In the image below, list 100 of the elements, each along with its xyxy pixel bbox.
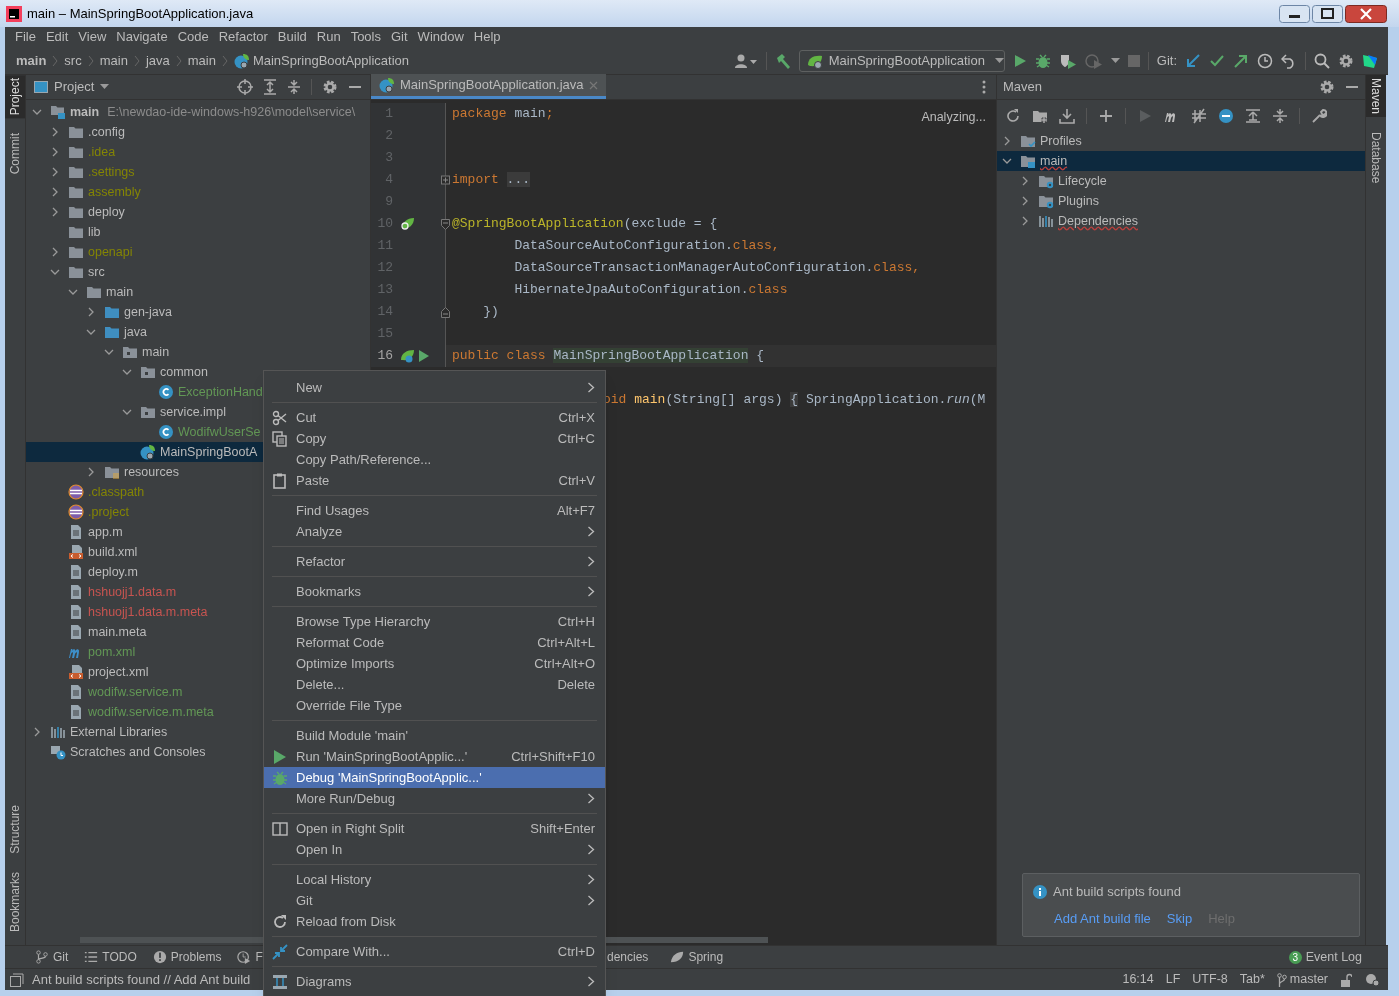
status-item[interactable]: 16:14 (1122, 970, 1154, 989)
menu-item[interactable]: Override File Type (264, 695, 605, 716)
tree-item[interactable]: .config (26, 122, 370, 142)
wrench-icon[interactable] (1311, 107, 1327, 124)
branch-widget[interactable]: master (1276, 970, 1328, 989)
tree-item[interactable]: java (26, 322, 370, 342)
event-log-button[interactable]: 3 Event Log (1288, 947, 1362, 967)
menu-item[interactable]: Window (412, 27, 469, 47)
menu-item[interactable]: Paste Ctrl+V (264, 470, 605, 491)
menu-item[interactable]: Bookmarks (264, 581, 605, 602)
tool-window-tab[interactable]: Commit (5, 130, 25, 178)
chevron-down-icon[interactable] (32, 107, 42, 117)
menu-item[interactable]: Debug 'MainSpringBootApplic...' (264, 767, 605, 788)
undo-icon[interactable] (1281, 52, 1297, 69)
menu-item[interactable]: Build (272, 27, 312, 47)
menu-item[interactable]: Git (264, 890, 605, 911)
arrow-down-left-icon[interactable] (1185, 52, 1201, 69)
menu-item[interactable]: Compare With... Ctrl+D (264, 941, 605, 962)
breadcrumb[interactable]: main (99, 50, 128, 71)
menu-item[interactable]: Tools (345, 27, 386, 47)
chevron-right-icon[interactable] (50, 247, 60, 257)
panel-toggle-icon[interactable] (10, 972, 24, 987)
tree-item[interactable]: src (26, 262, 370, 282)
logo-icon[interactable] (1362, 52, 1378, 69)
menu-item[interactable]: Analyze (264, 521, 605, 542)
tree-item[interactable]: deploy (26, 202, 370, 222)
toggle-offline-icon[interactable] (1191, 107, 1207, 124)
menu-item[interactable]: Code (172, 27, 214, 47)
menu-item[interactable]: Find Usages Alt+F7 (264, 500, 605, 521)
spring-bean-icon[interactable] (399, 348, 415, 364)
tree-item[interactable]: Profiles (997, 131, 1365, 151)
breadcrumb[interactable]: MainSpringBootApplication (233, 50, 410, 71)
run-configuration-dropdown[interactable]: MainSpringBootApplication (798, 49, 1005, 72)
expand-all-icon[interactable] (263, 79, 277, 95)
tool-window-button[interactable]: Spring (670, 948, 724, 966)
menu-item[interactable]: Refactor (264, 551, 605, 572)
tree-item[interactable]: lib (26, 222, 370, 242)
collapse-all-icon[interactable] (287, 79, 301, 95)
chevron-right-icon[interactable] (32, 727, 42, 737)
menu-item[interactable]: Navigate (111, 27, 173, 47)
chevron-right-icon[interactable] (1002, 136, 1012, 146)
breadcrumb[interactable]: main (16, 50, 47, 71)
run-gutter-icon[interactable] (418, 349, 430, 363)
bug-icon[interactable] (1034, 52, 1051, 69)
clock-icon[interactable] (1257, 52, 1273, 69)
tool-window-button[interactable]: TODO (84, 948, 137, 966)
status-item[interactable]: Tab* (1239, 970, 1265, 989)
locate-icon[interactable] (237, 79, 253, 95)
tool-window-tab[interactable]: Maven (1366, 75, 1386, 118)
collapse-all-icon[interactable] (1272, 107, 1288, 124)
menu-item[interactable]: Delete... Delete (264, 674, 605, 695)
hammer-icon[interactable] (774, 52, 791, 69)
settings-icon[interactable] (322, 79, 338, 95)
editor-tab[interactable]: MainSpringBootApplication.java (371, 74, 606, 99)
tree-item[interactable]: Dependencies (997, 211, 1365, 231)
status-item[interactable]: LF (1165, 970, 1181, 989)
unlock-icon[interactable] (1340, 972, 1352, 987)
tree-item[interactable]: gen-java (26, 302, 370, 322)
tree-item[interactable]: main (997, 151, 1365, 171)
tool-window-button[interactable]: F (237, 948, 263, 966)
menu-item[interactable]: Reload from Disk (264, 911, 605, 932)
menu-item[interactable]: Reformat Code Ctrl+Alt+L (264, 632, 605, 653)
tree-item[interactable]: Plugins (997, 191, 1365, 211)
user-icon[interactable] (733, 52, 758, 69)
bean-search-icon[interactable] (399, 216, 415, 232)
link[interactable]: Skip (1166, 908, 1193, 928)
breadcrumb[interactable]: java (145, 50, 170, 71)
tool-window-button[interactable]: dencies (607, 948, 649, 966)
tool-window-tab[interactable]: Project (5, 75, 25, 119)
more-options-icon[interactable] (982, 80, 986, 94)
chevron-right-icon[interactable] (86, 467, 96, 477)
settings-icon[interactable] (1338, 52, 1354, 69)
settings-icon[interactable] (1319, 79, 1335, 95)
tool-window-tab[interactable]: Structure (5, 802, 25, 857)
tool-window-tab[interactable]: Bookmarks (5, 868, 25, 935)
search-icon[interactable] (1314, 52, 1330, 69)
menu-item[interactable]: Cut Ctrl+X (264, 407, 605, 428)
coverage-icon[interactable] (1058, 52, 1077, 69)
breadcrumb[interactable]: main (187, 50, 216, 71)
tool-window-tab[interactable]: Database (1366, 129, 1386, 187)
caret-down-icon[interactable] (100, 84, 110, 90)
menu-item[interactable]: Local History (264, 869, 605, 890)
tool-window-button[interactable]: Git (35, 948, 69, 966)
tool-window-button[interactable]: Problems (152, 948, 222, 966)
minimize-icon[interactable] (1279, 4, 1310, 23)
chevron-right-icon[interactable] (86, 307, 96, 317)
fold-icon[interactable] (441, 218, 450, 230)
menu-item[interactable]: Open in Right Split Shift+Enter (264, 818, 605, 839)
menu-item[interactable]: Run 'MainSpringBootApplic...' Ctrl+Shift+F10 (264, 746, 605, 767)
menu-item[interactable]: Git (386, 27, 413, 47)
fold-icon[interactable] (441, 306, 450, 318)
link[interactable]: Add Ant build file (1054, 908, 1151, 928)
menu-item[interactable]: Edit (40, 27, 74, 47)
tree-item[interactable]: main (26, 342, 370, 362)
play-icon[interactable] (1012, 52, 1027, 69)
maximize-icon[interactable] (1312, 4, 1343, 23)
skip-tests-icon[interactable] (1218, 107, 1234, 124)
tree-item[interactable]: Lifecycle (997, 171, 1365, 191)
download-icon[interactable] (1059, 107, 1075, 124)
menu-item[interactable]: Diagrams (264, 971, 605, 992)
